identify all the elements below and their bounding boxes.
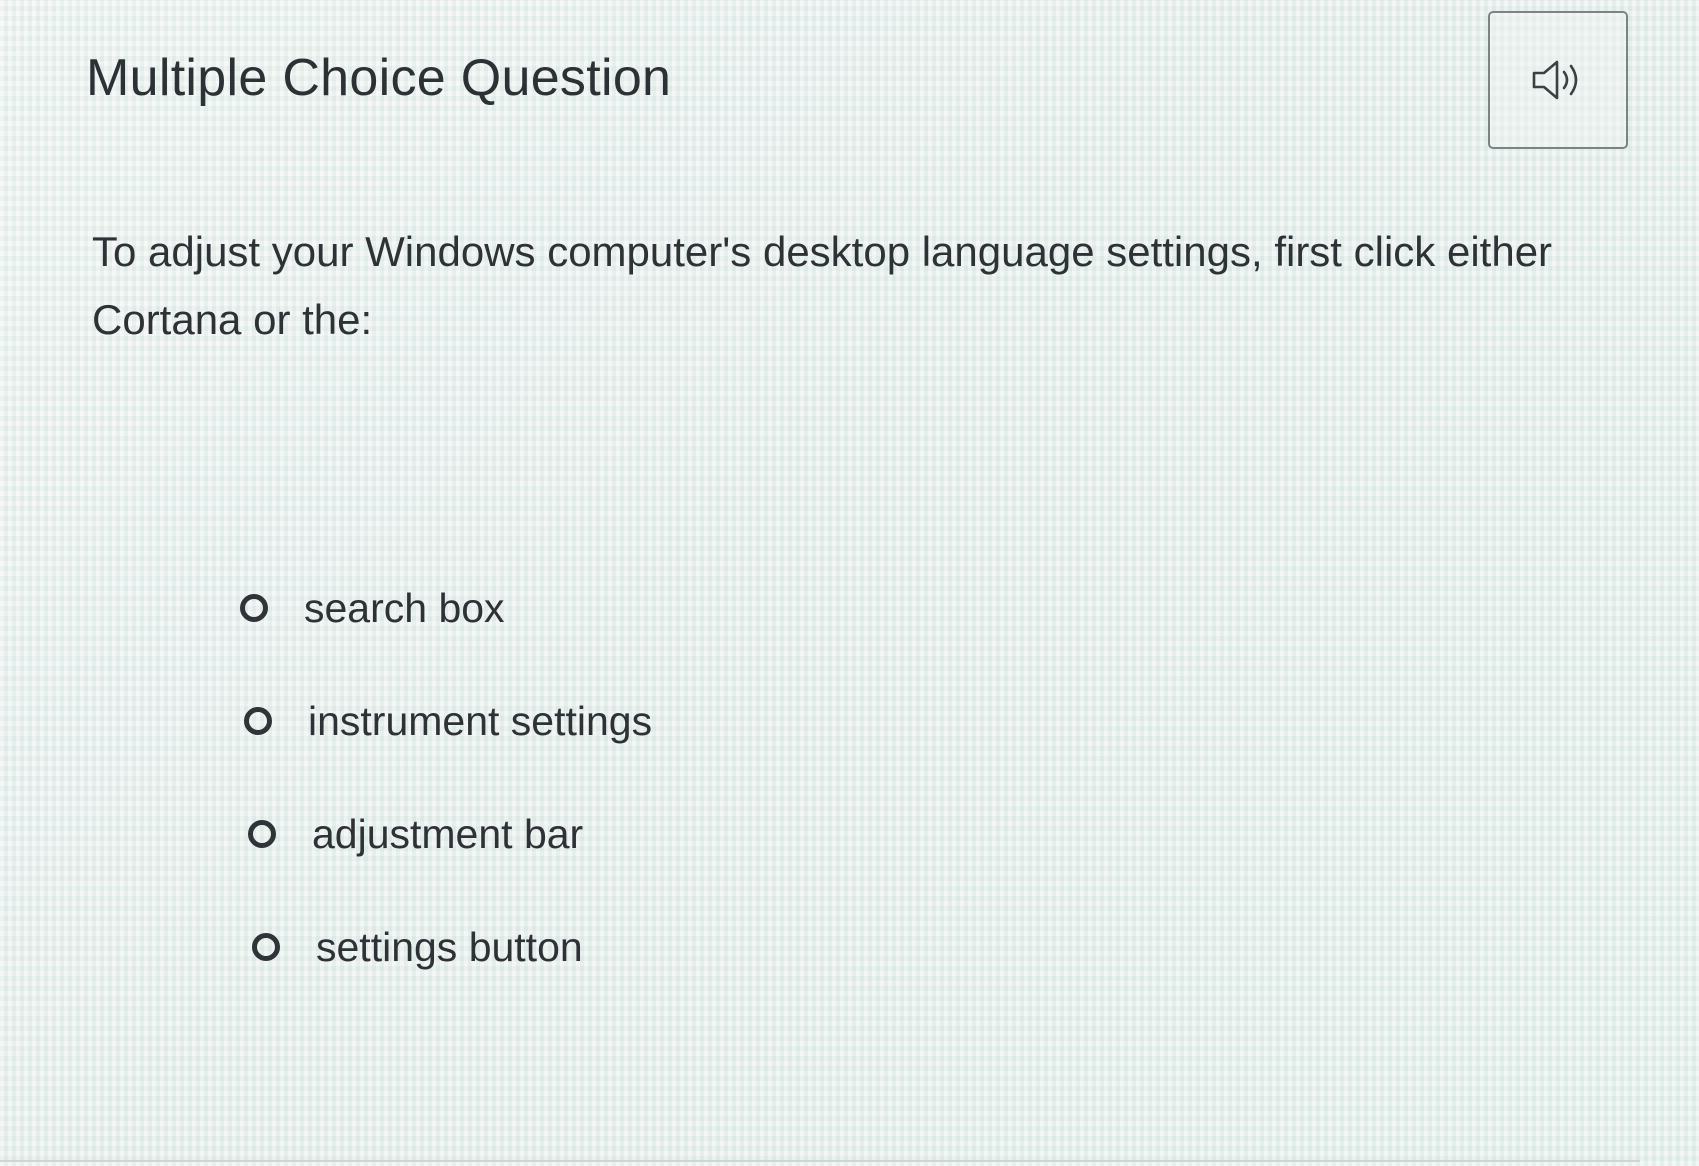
read-aloud-button[interactable] (1488, 11, 1628, 149)
radio-button[interactable] (248, 820, 276, 848)
option-label: instrument settings (308, 697, 653, 744)
option-adjustment-bar[interactable]: adjustment bar (248, 806, 1040, 862)
radio-button[interactable] (244, 707, 272, 735)
radio-button[interactable] (240, 594, 268, 622)
answer-options: search box instrument settings adjustmen… (240, 580, 1040, 1032)
page-background: Multiple Choice Question To adjust your … (0, 0, 1699, 1166)
speaker-volume-icon (1532, 60, 1578, 100)
page-title: Multiple Choice Question (86, 49, 672, 107)
question-text: To adjust your Windows computer's deskto… (92, 228, 1553, 343)
option-label: adjustment bar (312, 810, 584, 857)
option-label: settings button (316, 923, 583, 970)
bottom-divider (0, 1160, 1640, 1162)
option-label: search box (304, 584, 505, 631)
option-instrument-settings[interactable]: instrument settings (244, 693, 1040, 749)
option-search-box[interactable]: search box (240, 580, 1040, 636)
radio-button[interactable] (252, 933, 280, 961)
option-settings-button[interactable]: settings button (252, 919, 1040, 975)
